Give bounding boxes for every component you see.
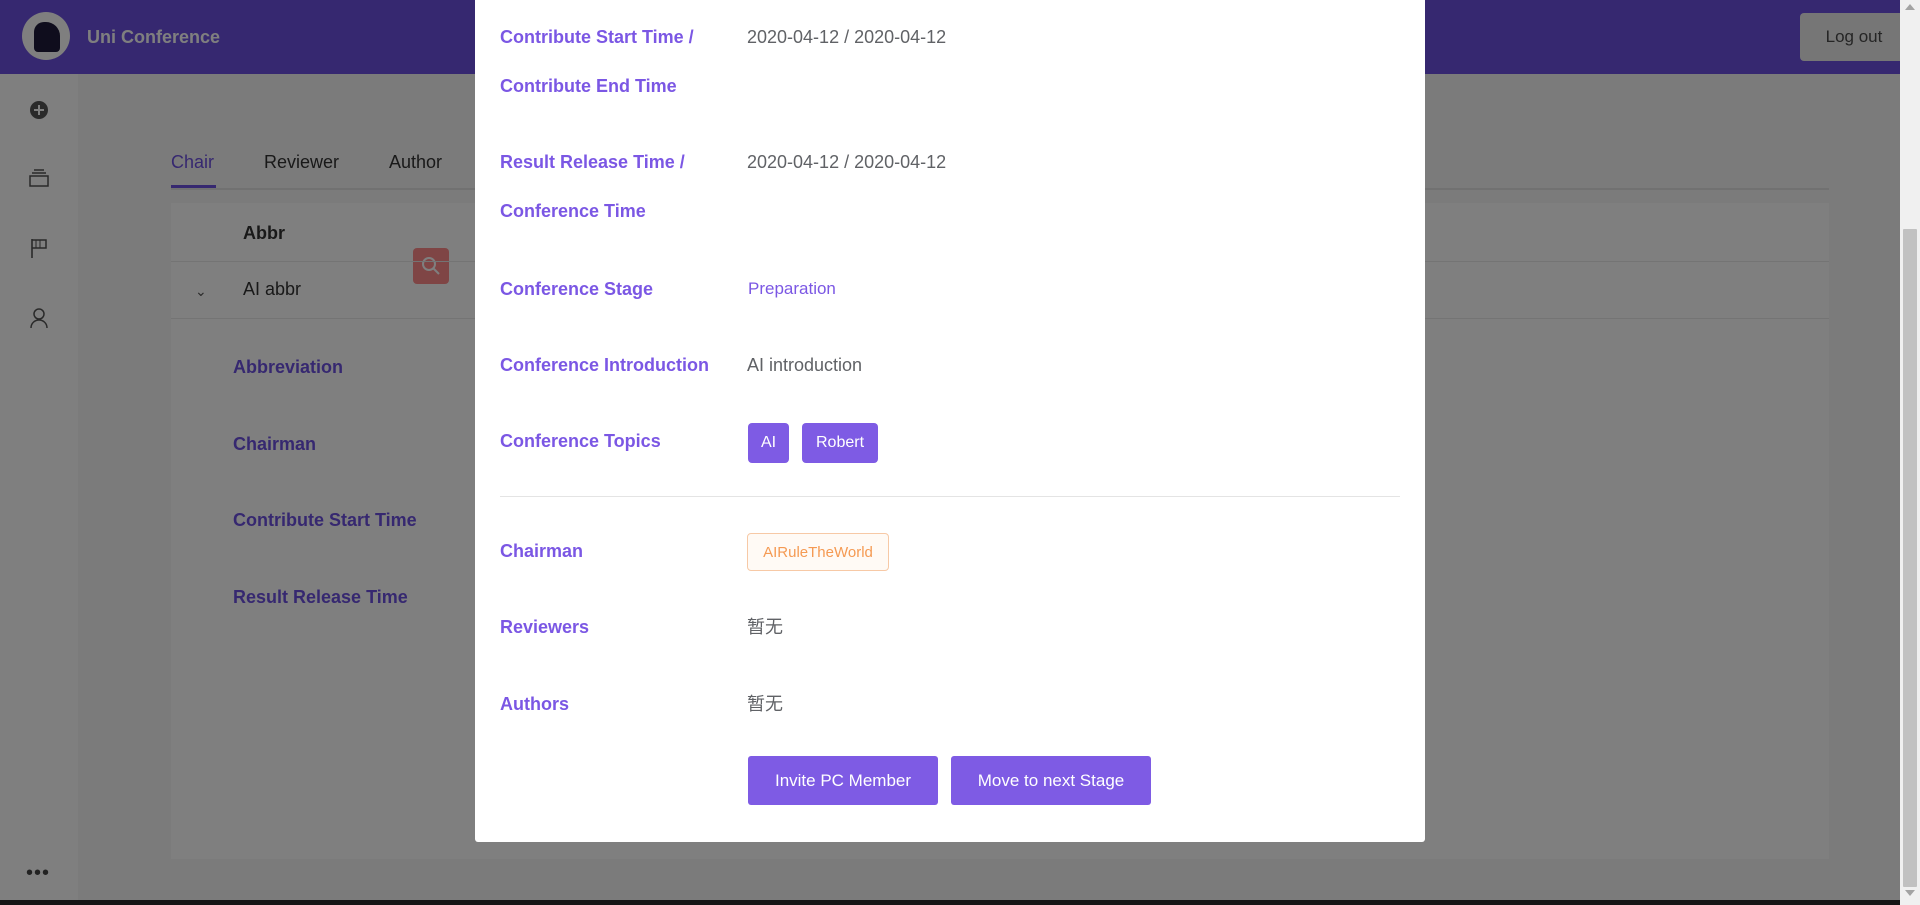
value-reviewers: 暂无 <box>747 617 783 637</box>
conference-detail-dialog: Contribute Start Time / Contribute End T… <box>475 0 1425 842</box>
label-result-release: Result Release Time / <box>500 152 685 172</box>
topic-tag: Robert <box>802 423 878 463</box>
scroll-down-arrow-icon[interactable] <box>1905 890 1915 896</box>
section-divider <box>500 496 1400 497</box>
label-contribute-start: Contribute Start Time / <box>500 27 694 47</box>
move-to-next-stage-button[interactable]: Move to next Stage <box>951 756 1151 805</box>
label-conference-topics: Conference Topics <box>500 431 661 451</box>
topic-tag: AI <box>748 423 789 463</box>
value-conference-stage: Preparation <box>748 279 836 298</box>
label-contribute-end: Contribute End Time <box>500 76 677 96</box>
value-contribute-times: 2020-04-12 / 2020-04-12 <box>747 27 947 47</box>
chairman-tag: AIRuleTheWorld <box>747 533 889 571</box>
value-authors: 暂无 <box>747 694 783 714</box>
label-reviewers: Reviewers <box>500 617 590 637</box>
page-scrollbar[interactable] <box>1900 0 1920 905</box>
label-chairman: Chairman <box>500 541 584 561</box>
scrollbar-thumb[interactable] <box>1903 229 1917 887</box>
value-result-times: 2020-04-12 / 2020-04-12 <box>747 152 947 172</box>
value-conference-introduction: AI introduction <box>747 355 863 375</box>
scroll-up-arrow-icon[interactable] <box>1905 4 1915 10</box>
label-conference-time: Conference Time <box>500 201 646 221</box>
label-conference-stage: Conference Stage <box>500 279 654 299</box>
label-conference-introduction: Conference Introduction <box>500 355 710 375</box>
label-authors: Authors <box>500 694 569 714</box>
invite-pc-member-button[interactable]: Invite PC Member <box>748 756 938 805</box>
